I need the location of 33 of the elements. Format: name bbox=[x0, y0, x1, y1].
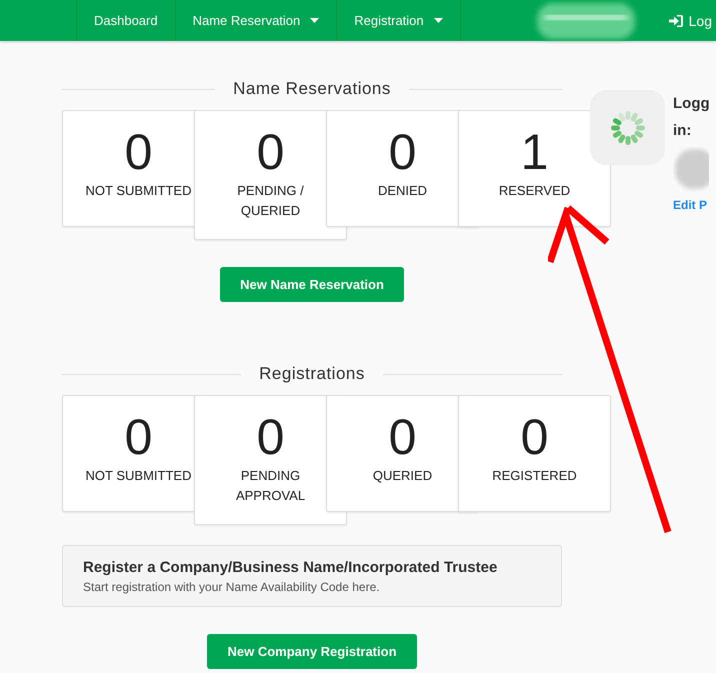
nav-menu-item[interactable]: Name Reservation bbox=[174, 0, 336, 41]
logged-in-label: Logg bbox=[673, 94, 710, 114]
stat-value: 0 bbox=[256, 127, 284, 177]
info-text: Start registration with your Name Availability Code here. bbox=[83, 580, 381, 594]
stat-value: 0 bbox=[124, 412, 152, 462]
stat-label: RESERVED bbox=[498, 182, 572, 200]
section-title: Name Reservations bbox=[233, 79, 391, 99]
stat-label: QUERIED bbox=[372, 467, 434, 485]
nav-menu-item[interactable]: Dashboard bbox=[76, 0, 175, 41]
sign-in-icon bbox=[668, 14, 683, 26]
caret-icon bbox=[310, 18, 320, 23]
stat-label: NOT SUBMITTED bbox=[86, 467, 192, 485]
edit-profile-link[interactable]: Edit P bbox=[673, 198, 710, 212]
stat-label: NOT SUBMITTED bbox=[86, 182, 192, 200]
stat-value: 1 bbox=[520, 127, 548, 177]
caret-icon bbox=[434, 18, 443, 23]
stat-label: PENDING / QUERIED bbox=[236, 182, 305, 220]
stat-value: 0 bbox=[388, 127, 416, 177]
logged-in-label: in: bbox=[673, 121, 692, 141]
login-link[interactable]: Log bbox=[668, 12, 712, 28]
blurred-avatar-drawing bbox=[673, 146, 709, 192]
primary-button[interactable]: New Name Reservation bbox=[220, 267, 404, 302]
info-title: Register a Company/Business Name/Incorporated Trustee bbox=[83, 559, 498, 576]
primary-button[interactable]: New Company Registration bbox=[207, 634, 417, 669]
nav-menu-item[interactable]: Registration bbox=[336, 0, 461, 41]
stat-label: DENIED bbox=[376, 182, 428, 200]
stat-value: 0 bbox=[124, 127, 152, 177]
stat-value: 0 bbox=[256, 412, 284, 462]
stat-value: 0 bbox=[388, 412, 416, 462]
stat-label: REGISTERED bbox=[491, 467, 578, 485]
stat-value: 0 bbox=[520, 412, 548, 462]
section-title: Registrations bbox=[259, 364, 365, 384]
stat-label: PENDING APPROVAL bbox=[234, 467, 306, 505]
